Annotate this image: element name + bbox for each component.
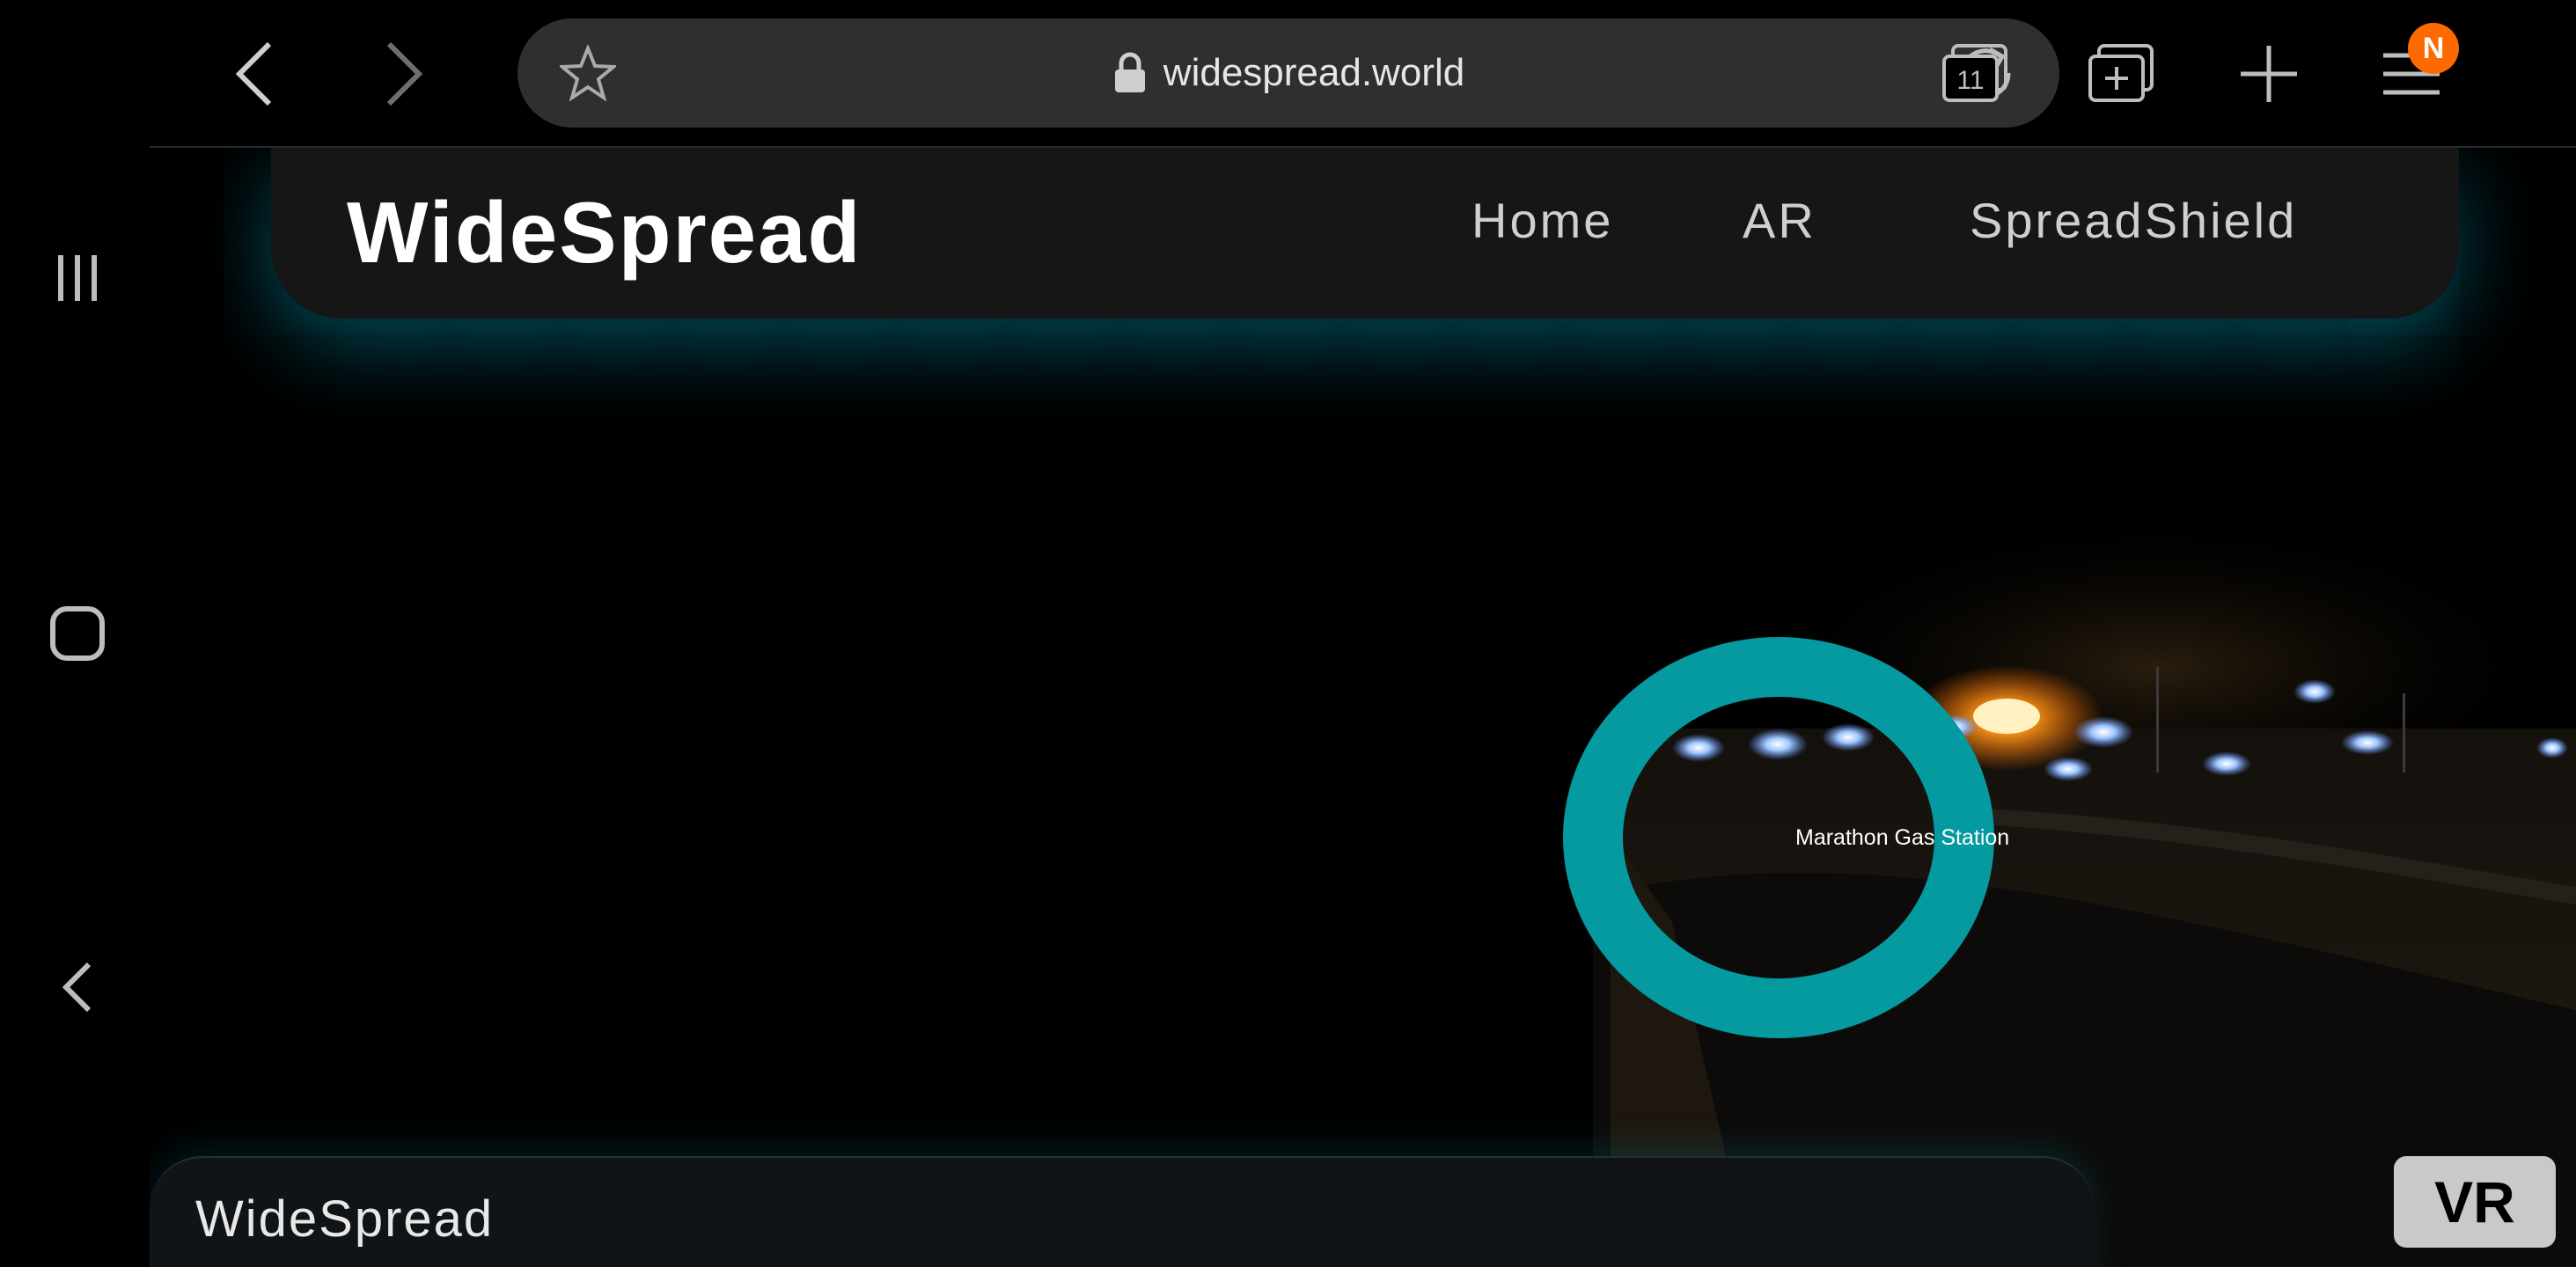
browser-toolbar: widespread.world 11 N <box>150 0 2576 148</box>
card-brand-title: WideSpread <box>195 1190 495 1248</box>
url-text: widespread.world <box>1163 51 1465 94</box>
url-display[interactable]: widespread.world <box>517 18 2059 128</box>
chevron-right-icon <box>386 41 423 106</box>
menu-button[interactable]: N <box>2369 23 2459 116</box>
nav-back-button[interactable] <box>213 32 297 116</box>
nav-link-home[interactable]: Home <box>1471 192 1613 249</box>
new-tab-group-button[interactable] <box>2079 32 2163 116</box>
profile-badge: N <box>2408 23 2459 74</box>
bottom-info-card[interactable]: WideSpread <box>150 1156 2095 1267</box>
nav-link-spreadshield[interactable]: SpreadShield <box>1970 192 2297 249</box>
tab-count: 11 <box>1956 66 1984 95</box>
recent-apps-icon <box>58 255 97 301</box>
home-button[interactable] <box>35 591 120 676</box>
back-button[interactable] <box>35 945 120 1029</box>
recent-apps-button[interactable] <box>35 236 120 320</box>
system-nav-rail <box>0 0 150 1267</box>
back-icon <box>62 962 92 1013</box>
vr-button[interactable]: VR <box>2394 1156 2556 1248</box>
tabs-icon: 11 <box>1942 44 2007 102</box>
address-bar[interactable]: widespread.world <box>517 18 2059 128</box>
tabs-button[interactable]: 11 <box>1933 32 2017 116</box>
site-header: WideSpread Home AR SpreadShield <box>271 148 2459 319</box>
plus-icon <box>2241 46 2297 102</box>
add-tab-icon <box>2088 44 2154 102</box>
home-icon <box>50 606 105 661</box>
page-viewport: WideSpread Home AR SpreadShield Marathon… <box>150 148 2576 1267</box>
ar-location-marker[interactable]: Marathon Gas Station <box>1563 637 2009 1038</box>
nav-forward-button[interactable] <box>361 32 445 116</box>
site-logo[interactable]: WideSpread <box>347 183 862 282</box>
marker-label: Marathon Gas Station <box>1795 825 2010 850</box>
new-tab-button[interactable] <box>2227 32 2311 116</box>
chevron-left-icon <box>235 41 272 106</box>
lock-icon <box>1114 52 1145 92</box>
nav-link-ar[interactable]: AR <box>1743 192 1816 249</box>
